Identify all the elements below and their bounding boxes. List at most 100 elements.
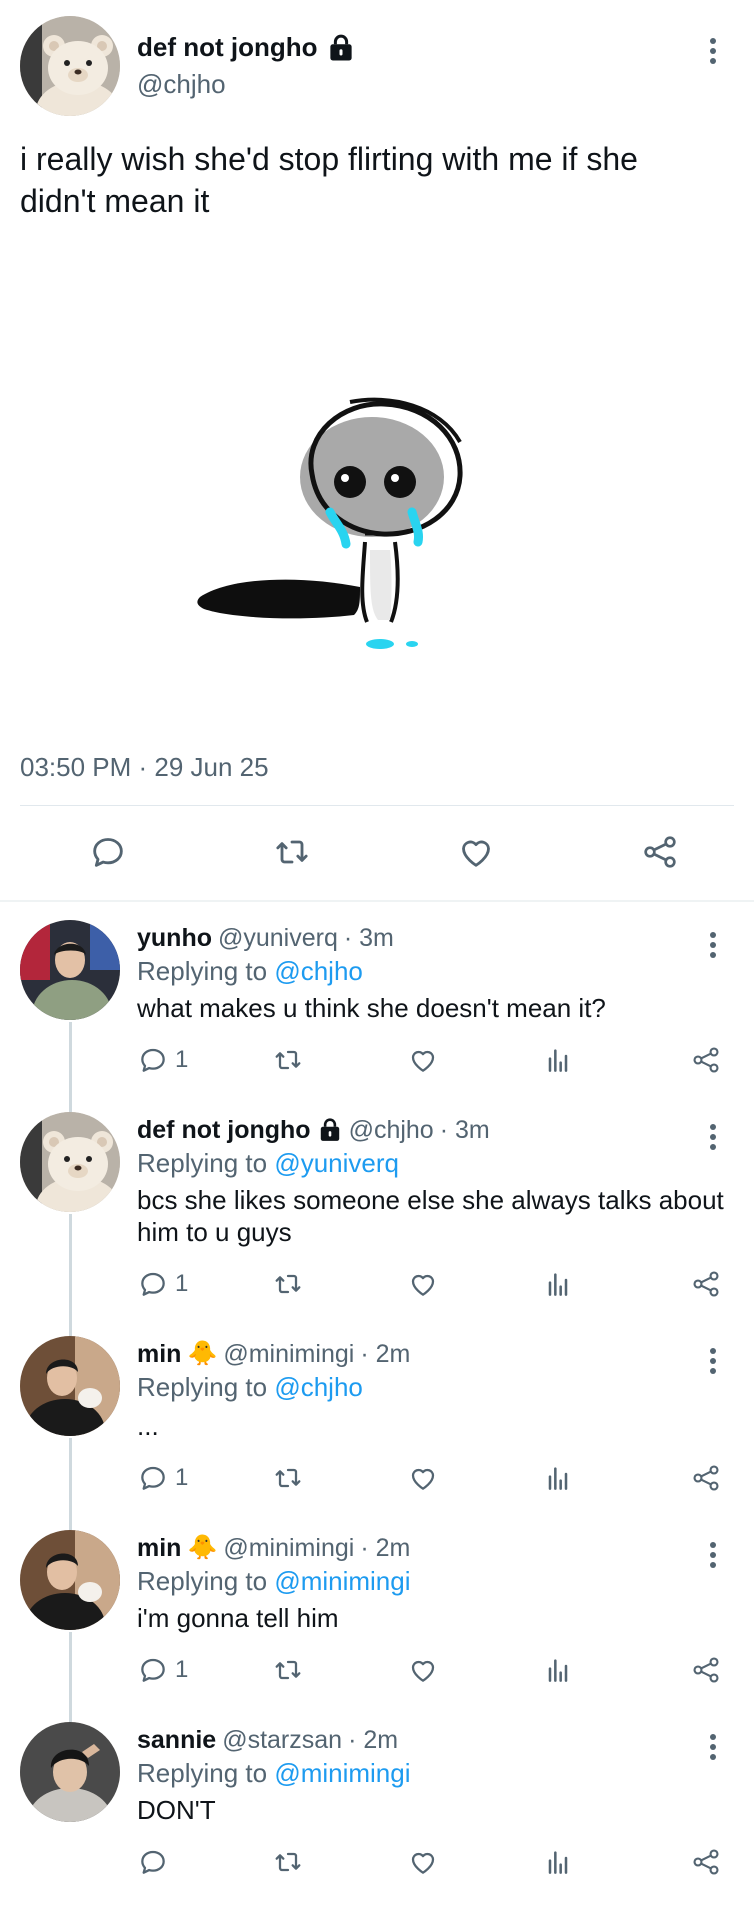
views-button[interactable]	[542, 1654, 677, 1686]
reply-author-handle[interactable]: @yuniverq	[218, 922, 338, 954]
views-button[interactable]	[542, 1268, 677, 1300]
avatar[interactable]	[20, 920, 120, 1020]
heart-icon	[407, 1462, 439, 1494]
reply-button[interactable]: 1	[137, 1654, 272, 1686]
reply-time[interactable]: · 3m	[440, 1114, 490, 1146]
reply-author-handle[interactable]: @minimingi	[223, 1338, 354, 1370]
reply-text: DON'T	[137, 1795, 216, 1825]
reply-tweet[interactable]: sannie @starzsan · 2m Replying to @minim…	[0, 1712, 754, 1904]
reply-count: 1	[175, 1464, 189, 1491]
avatar[interactable]	[20, 1336, 120, 1436]
author-name-row: def not jongho	[137, 32, 356, 63]
retweet-button[interactable]	[272, 1654, 407, 1686]
views-button[interactable]	[542, 1462, 677, 1494]
share-icon	[690, 1044, 722, 1076]
reply-author-handle[interactable]: @chjho	[349, 1114, 434, 1146]
retweet-button[interactable]	[272, 1462, 407, 1494]
avatar[interactable]	[20, 1722, 120, 1822]
heart-icon[interactable]	[456, 832, 496, 872]
share-button[interactable]	[690, 1846, 722, 1878]
reply-tweet[interactable]: def not jongho @chjho · 3m Replying to @…	[0, 1102, 754, 1336]
replying-to-link[interactable]: @minimingi	[274, 1758, 410, 1788]
retweet-icon[interactable]	[272, 832, 312, 872]
views-icon	[542, 1044, 574, 1076]
more-icon[interactable]	[708, 932, 718, 958]
reply-icon	[137, 1846, 169, 1878]
reply-time[interactable]: · 2m	[360, 1338, 410, 1370]
reply-time[interactable]: · 2m	[360, 1532, 410, 1564]
reply-text: bcs she likes someone else she always ta…	[137, 1185, 724, 1247]
more-icon[interactable]	[708, 38, 718, 64]
retweet-button[interactable]	[272, 1268, 407, 1300]
like-button[interactable]	[407, 1462, 542, 1494]
share-button[interactable]	[690, 1268, 722, 1300]
avatar[interactable]	[20, 1530, 120, 1630]
reply-author-name[interactable]: yunho	[137, 922, 212, 954]
reply-author-name[interactable]: min	[137, 1532, 181, 1564]
retweet-button[interactable]	[272, 1846, 407, 1878]
reply-icon	[137, 1044, 169, 1076]
like-button[interactable]	[407, 1654, 542, 1686]
reply-author-name[interactable]: min	[137, 1338, 181, 1370]
reply-author-name[interactable]: sannie	[137, 1724, 216, 1756]
reply-body: min 🐥 @minimingi · 2m Replying to @chjho…	[137, 1326, 734, 1520]
reply-count: 1	[175, 1046, 189, 1073]
retweet-icon	[272, 1268, 304, 1300]
reply-author-name[interactable]: def not jongho	[137, 1114, 311, 1146]
share-button[interactable]	[690, 1654, 722, 1686]
replying-to: Replying to @minimingi	[137, 1756, 734, 1790]
like-button[interactable]	[407, 1846, 542, 1878]
reply-tweet[interactable]: min 🐥 @minimingi · 2m Replying to @minim…	[0, 1520, 754, 1722]
share-button[interactable]	[690, 1462, 722, 1494]
reply-actions: 1	[137, 1042, 734, 1078]
replying-to-link[interactable]: @minimingi	[274, 1566, 410, 1596]
reply-tweet[interactable]: yunho @yuniverq · 3m Replying to @chjho …	[0, 910, 754, 1112]
reply-header: def not jongho @chjho · 3m	[137, 1114, 734, 1146]
reply-author-handle[interactable]: @minimingi	[223, 1532, 354, 1564]
retweet-icon	[272, 1846, 304, 1878]
heart-icon	[407, 1044, 439, 1076]
reply-button[interactable]: 1	[137, 1044, 272, 1076]
reply-time[interactable]: · 2m	[348, 1724, 398, 1756]
replying-to-link[interactable]: @chjho	[274, 1372, 363, 1402]
reply-button[interactable]: 1	[137, 1268, 272, 1300]
replying-to-link[interactable]: @chjho	[274, 956, 363, 986]
tweet-actions	[20, 806, 734, 900]
views-button[interactable]	[542, 1044, 677, 1076]
reply-button[interactable]: 1	[137, 1462, 272, 1494]
share-icon[interactable]	[640, 832, 680, 872]
more-icon[interactable]	[708, 1734, 718, 1760]
tweet-text: i really wish she'd stop flirting with m…	[20, 141, 638, 219]
more-icon[interactable]	[708, 1124, 718, 1150]
avatar[interactable]	[20, 1112, 120, 1212]
reply-button[interactable]	[137, 1846, 272, 1878]
reply-author-handle[interactable]: @starzsan	[222, 1724, 342, 1756]
author-name[interactable]: def not jongho	[137, 32, 318, 63]
views-button[interactable]	[542, 1846, 677, 1878]
retweet-button[interactable]	[272, 1044, 407, 1076]
replying-to-label: Replying to	[137, 1148, 268, 1178]
reply-tweet[interactable]: min 🐥 @minimingi · 2m Replying to @chjho…	[0, 1326, 754, 1530]
reply-header: min 🐥 @minimingi · 2m	[137, 1532, 734, 1564]
share-button[interactable]	[690, 1044, 722, 1076]
author-handle[interactable]: @chjho	[137, 69, 356, 100]
reply-icon[interactable]	[88, 832, 128, 872]
replying-to: Replying to @yuniverq	[137, 1146, 734, 1180]
reply-body: min 🐥 @minimingi · 2m Replying to @minim…	[137, 1520, 734, 1712]
views-icon	[542, 1268, 574, 1300]
replying-to-link[interactable]: @yuniverq	[274, 1148, 399, 1178]
tweet-media-image[interactable]	[20, 232, 734, 752]
more-icon[interactable]	[708, 1348, 718, 1374]
reply-actions: 1	[137, 1266, 734, 1302]
views-icon	[542, 1462, 574, 1494]
like-button[interactable]	[407, 1044, 542, 1076]
reply-actions	[137, 1844, 734, 1880]
lock-icon	[317, 1117, 343, 1143]
avatar[interactable]	[20, 16, 120, 116]
like-button[interactable]	[407, 1268, 542, 1300]
more-icon[interactable]	[708, 1542, 718, 1568]
thread-line	[69, 1214, 72, 1336]
tweet-timestamp[interactable]: 03:50 PM · 29 Jun 25	[20, 752, 734, 805]
reply-time[interactable]: · 3m	[344, 922, 394, 954]
thread-line	[69, 1632, 72, 1722]
